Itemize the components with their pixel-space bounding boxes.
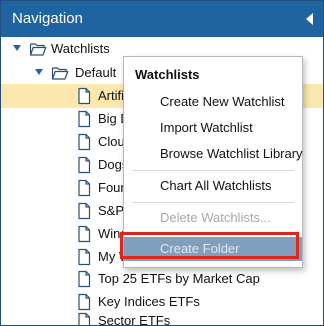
collapse-panel-icon[interactable] [306,13,313,25]
menu-item-label: Chart All Watchlists [160,178,272,193]
menu-item-create-new-watchlist[interactable]: Create New Watchlist [124,89,302,115]
panel-header: Navigation [1,1,323,37]
menu-item-import-watchlist[interactable]: Import Watchlist [124,115,302,141]
tree-label: Default [75,65,117,80]
menu-item-label: Create New Watchlist [160,94,285,109]
menu-item-label: Browse Watchlist Library [160,146,303,161]
panel-title: Navigation [12,10,83,27]
menu-item-label: Import Watchlist [160,120,253,135]
menu-item-chart-all-watchlists[interactable]: Chart All Watchlists [124,173,302,199]
menu-separator [132,170,294,171]
menu-item-label: Create Folder [160,241,240,256]
expand-arrow-icon[interactable] [35,69,43,75]
watchlist-label: Key Indices ETFs [98,294,200,309]
menu-separator [132,234,294,235]
document-icon [78,270,91,288]
menu-item-label: Delete Watchlists... [160,210,271,225]
context-menu-title: Watchlists [135,67,200,82]
folder-open-icon [51,67,69,80]
document-icon [78,312,91,325]
document-icon [78,248,91,266]
watchlist-item[interactable]: Top 25 ETFs by Market Cap [1,267,323,291]
menu-item-delete-watchlists: Delete Watchlists... [124,205,302,231]
watchlist-item[interactable]: Sector ETFs [1,309,323,326]
document-icon [78,225,91,243]
document-icon [78,87,91,105]
document-icon [78,156,91,174]
document-icon [78,110,91,128]
menu-item-browse-watchlist-library[interactable]: Browse Watchlist Library [124,141,303,167]
watchlist-label: Top 25 ETFs by Market Cap [98,271,260,286]
menu-item-create-folder[interactable]: Create Folder [124,237,302,261]
document-icon [78,202,91,220]
watchlists-context-menu: Watchlists Create New Watchlist Import W… [123,56,303,268]
tree-label: Watchlists [51,41,110,56]
menu-separator [132,202,294,203]
navigation-panel: Navigation Watchlists Default Artificial… [0,0,324,326]
document-icon [78,179,91,197]
document-icon [78,133,91,151]
expand-arrow-icon[interactable] [13,45,21,51]
watchlist-label: Sector ETFs [98,313,171,326]
folder-open-icon [29,43,47,56]
